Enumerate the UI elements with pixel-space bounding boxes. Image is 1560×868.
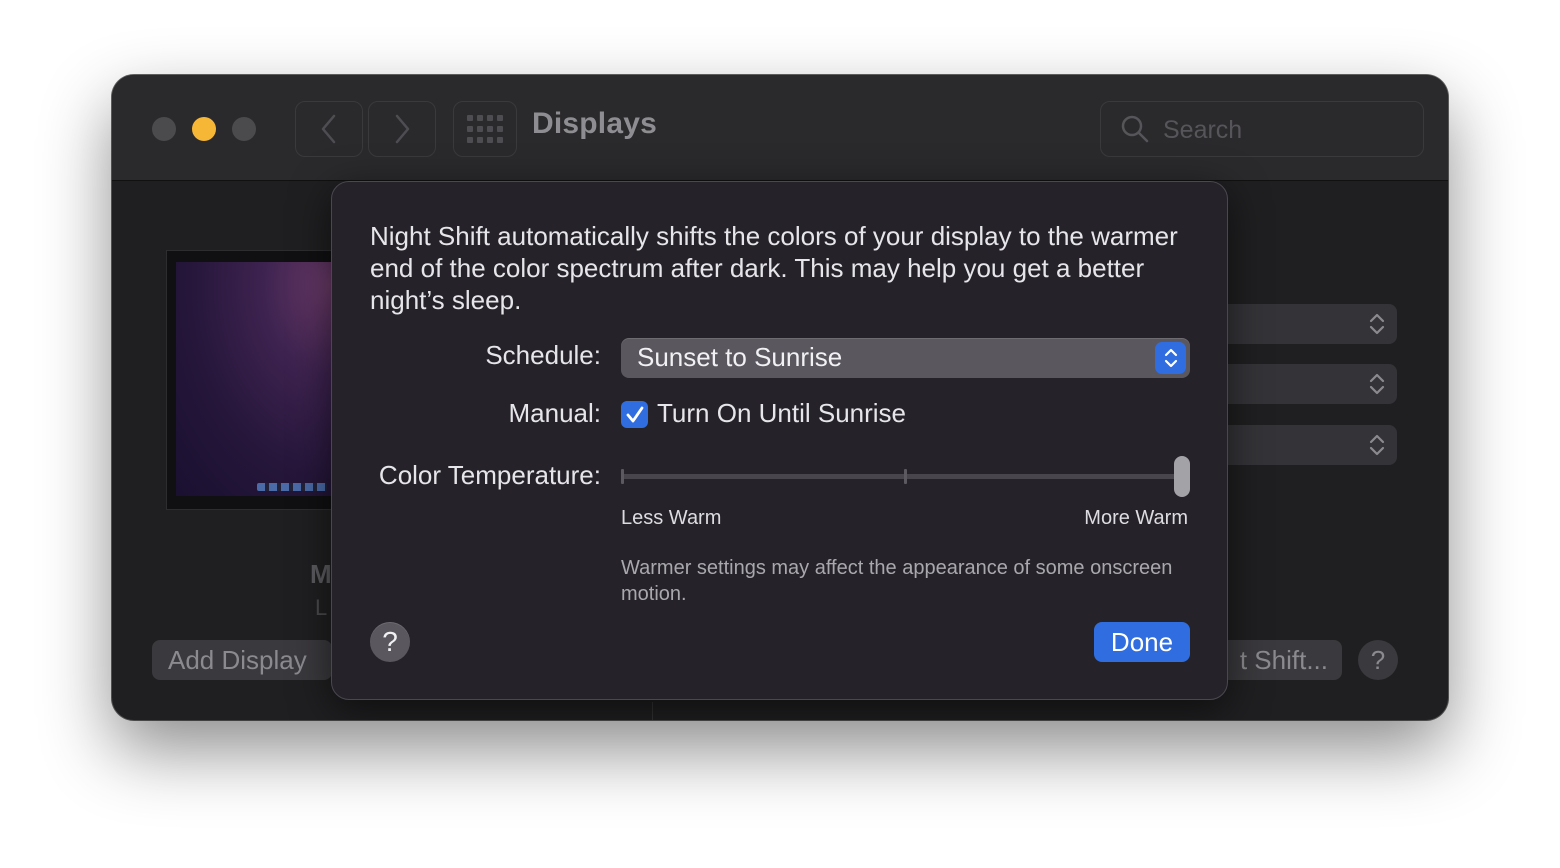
manual-checkbox-label[interactable]: Turn On Until Sunrise xyxy=(657,398,906,429)
title-bar: Displays Search xyxy=(112,75,1448,181)
checkmark-icon xyxy=(626,406,643,422)
back-button[interactable] xyxy=(295,101,363,157)
done-button[interactable]: Done xyxy=(1094,622,1190,662)
schedule-label: Schedule: xyxy=(485,340,601,370)
manual-label: Manual: xyxy=(508,398,602,428)
wallpaper-preview xyxy=(176,262,337,496)
window-title: Displays xyxy=(532,107,657,140)
night-shift-description: Night Shift automatically shifts the col… xyxy=(370,221,1178,315)
background-popup-1[interactable] xyxy=(1202,304,1397,344)
slider-knob[interactable] xyxy=(1174,456,1190,497)
color-temperature-label: Color Temperature: xyxy=(378,460,601,490)
search-placeholder: Search xyxy=(1163,116,1243,144)
slider-tick xyxy=(621,469,624,484)
grid-icon xyxy=(467,115,503,143)
show-all-button[interactable] xyxy=(453,101,517,157)
warmth-note: Warmer settings may affect the appearanc… xyxy=(621,557,1173,605)
search-icon xyxy=(1121,115,1149,143)
up-down-chevron-icon xyxy=(1369,313,1385,335)
chevron-right-icon xyxy=(395,114,410,144)
add-display-button[interactable]: Add Display xyxy=(152,640,332,680)
schedule-popup[interactable]: Sunset to Sunrise xyxy=(621,338,1190,378)
dock-preview xyxy=(257,483,327,491)
display-subtitle: L xyxy=(315,595,328,620)
system-preferences-window: Displays Search M L Add Display t Shift.… xyxy=(112,75,1448,720)
chevron-left-icon xyxy=(321,114,336,144)
slider-max-label: More Warm xyxy=(1084,507,1188,529)
display-name: M xyxy=(310,559,332,589)
help-button[interactable]: ? xyxy=(370,622,410,662)
forward-button[interactable] xyxy=(368,101,436,157)
background-help-button[interactable]: ? xyxy=(1358,640,1398,680)
slider-min-label: Less Warm xyxy=(621,507,722,529)
display-thumbnail xyxy=(166,250,338,510)
close-button[interactable] xyxy=(152,117,176,141)
up-down-chevron-icon xyxy=(1369,373,1385,395)
background-popup-2[interactable] xyxy=(1202,364,1397,404)
minimize-button[interactable] xyxy=(192,117,216,141)
schedule-stepper[interactable] xyxy=(1155,342,1186,374)
divider xyxy=(652,702,653,720)
slider-tick xyxy=(904,469,907,484)
schedule-value: Sunset to Sunrise xyxy=(637,342,843,372)
search-field[interactable]: Search xyxy=(1100,101,1424,157)
manual-checkbox[interactable] xyxy=(621,401,648,428)
up-down-chevron-icon xyxy=(1164,348,1177,368)
background-popup-3[interactable] xyxy=(1202,425,1397,465)
up-down-chevron-icon xyxy=(1369,434,1385,456)
color-temperature-slider[interactable] xyxy=(621,469,1190,484)
zoom-button[interactable] xyxy=(232,117,256,141)
night-shift-sheet: Night Shift automatically shifts the col… xyxy=(331,181,1228,700)
